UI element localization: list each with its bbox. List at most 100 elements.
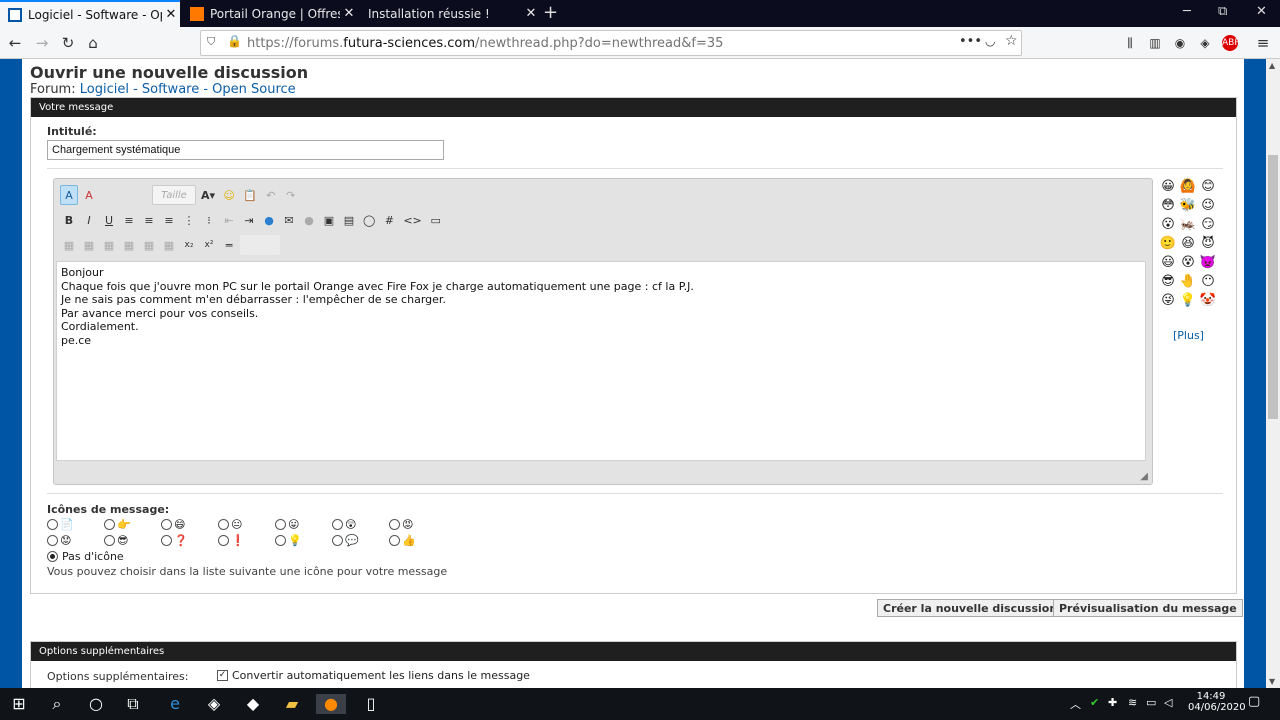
font-select[interactable] [110, 185, 150, 205]
search-icon[interactable]: ⌕ [46, 694, 68, 714]
ordered-list-icon[interactable]: ⋮ [180, 210, 198, 230]
smiley-icon[interactable]: 🐝 [1179, 197, 1197, 215]
back-icon[interactable]: ← [5, 33, 25, 53]
minimize-button[interactable]: ─ [1183, 4, 1191, 19]
wifi-icon[interactable]: ≋ [1128, 696, 1137, 709]
autolink-option[interactable]: ✓ Convertir automatiquement les liens da… [217, 669, 530, 682]
smiley-icon[interactable]: 😀 [1159, 178, 1177, 196]
smiley-icon[interactable]: 😜 [1159, 292, 1177, 310]
smiley-icon[interactable]: 🤡 [1199, 292, 1217, 310]
message-icon-option[interactable]: 💬 [332, 534, 389, 547]
tab-installation[interactable]: Installation réussie ! ✕ [360, 0, 540, 27]
pocket-icon[interactable]: ◡ [985, 34, 995, 48]
page-scrollbar[interactable]: ▲ ▼ [1266, 59, 1280, 688]
bookmark-star-icon[interactable]: ☆ [1005, 33, 1018, 49]
file-explorer-icon[interactable]: ▰ [281, 694, 303, 714]
redo-icon[interactable]: ↷ [282, 185, 300, 205]
edge-icon[interactable]: e [164, 694, 186, 714]
tab-close-icon[interactable]: ✕ [522, 6, 540, 21]
account-icon[interactable]: ◉ [1170, 33, 1190, 53]
volume-icon[interactable]: ◁ [1164, 696, 1172, 709]
table-row-icon[interactable]: ▦ [80, 235, 98, 255]
create-thread-button[interactable]: Créer la nouvelle discussion [877, 599, 1064, 617]
security-icon[interactable]: ✔ [1090, 696, 1099, 709]
tab-close-icon[interactable]: ✕ [162, 7, 180, 22]
forum-link[interactable]: Logiciel - Software - Open Source [80, 82, 296, 97]
table-icon[interactable]: ▦ [60, 235, 78, 255]
underline-icon[interactable]: U [100, 210, 118, 230]
subscript-icon[interactable]: x₂ [180, 235, 198, 255]
quote-icon[interactable]: ◯ [360, 210, 378, 230]
message-icon-option[interactable]: 😲 [332, 518, 389, 531]
windows-start-icon[interactable]: ⊞ [8, 694, 30, 714]
smiley-icon[interactable]: 😮 [1159, 216, 1177, 234]
unlink-icon[interactable]: ● [300, 210, 318, 230]
smiley-icon[interactable]: 😃 [1159, 254, 1177, 272]
smiley-icon[interactable]: 😶 [1199, 273, 1217, 291]
tray-chevron-icon[interactable]: ︿ [1070, 696, 1081, 712]
sidebar-icon[interactable]: ▥ [1145, 33, 1165, 53]
message-icon-option[interactable]: 😐 [218, 518, 275, 531]
preview-button[interactable]: Prévisualisation du message [1053, 599, 1243, 617]
code-icon[interactable]: <> [400, 210, 424, 230]
app-icon[interactable]: ◈ [203, 694, 225, 714]
message-icon-option[interactable]: 😄 [161, 518, 218, 531]
new-tab-button[interactable]: + [543, 2, 558, 23]
no-icon-option[interactable]: Pas d'icône [47, 550, 124, 563]
shield-icon[interactable]: ⛉ [207, 35, 215, 49]
smiley-icon[interactable]: 😳 [1159, 197, 1177, 215]
notification-icon[interactable]: ▢ [1248, 694, 1260, 709]
hash-icon[interactable]: # [380, 210, 398, 230]
app-icon[interactable]: ◆ [242, 694, 264, 714]
menu-icon[interactable]: ≡ [1253, 33, 1273, 53]
align-center-icon[interactable]: ≡ [140, 210, 158, 230]
tab-close-icon[interactable]: ✕ [340, 6, 358, 21]
smiley-icon[interactable]: 😏 [1199, 216, 1217, 234]
message-icon-option[interactable]: 👍 [389, 534, 446, 547]
forward-icon[interactable]: → [32, 33, 52, 53]
italic-icon[interactable]: I [80, 210, 98, 230]
paste-icon[interactable]: 📋 [240, 185, 260, 205]
message-icon-option[interactable]: 💡 [275, 534, 332, 547]
extension-icon[interactable]: ◈ [1195, 33, 1215, 53]
smiley-icon[interactable]: 😎 [1159, 273, 1177, 291]
smiley-icon[interactable]: 💡 [1179, 292, 1197, 310]
undo-icon[interactable]: ↶ [262, 185, 280, 205]
align-right-icon[interactable]: ≡ [160, 210, 178, 230]
scrollbar-thumb[interactable] [1268, 155, 1278, 419]
lock-icon[interactable]: 🔒 [227, 34, 242, 48]
message-icon-option[interactable]: 😎 [104, 534, 161, 547]
smiley-icon[interactable]: 🤚 [1179, 273, 1197, 291]
link-icon[interactable]: ● [260, 210, 278, 230]
table-merge-icon[interactable]: ▦ [120, 235, 138, 255]
horizontal-rule-icon[interactable]: ═ [220, 235, 238, 255]
smiley-icon[interactable]: 😆 [1179, 235, 1197, 253]
page-actions-icon[interactable]: ••• [959, 34, 982, 49]
table-delete-icon[interactable]: ▦ [160, 235, 178, 255]
message-icon-option[interactable]: 📄 [47, 518, 104, 531]
clock[interactable]: 14:49 04/06/2020 [1188, 691, 1246, 713]
html-icon[interactable]: ▭ [427, 210, 445, 230]
window-close-button[interactable]: ✕ [1256, 4, 1267, 19]
image-icon[interactable]: ▣ [320, 210, 338, 230]
message-icon-option[interactable]: 😡 [389, 518, 446, 531]
reload-icon[interactable]: ↻ [58, 33, 78, 53]
maximize-button[interactable]: ⧉ [1218, 4, 1227, 19]
radio-selected[interactable] [47, 551, 58, 562]
message-icon-option[interactable]: 👉 [104, 518, 161, 531]
tab-portail-orange[interactable]: Portail Orange | Offres Mo ✕ [182, 0, 358, 27]
adblock-icon[interactable]: ABP [1222, 35, 1240, 51]
message-textarea[interactable]: Bonjour Chaque fois que j'ouvre mon PC s… [56, 261, 1146, 461]
wysiwyg-toggle-icon[interactable]: A [60, 185, 78, 205]
email-icon[interactable]: ✉ [280, 210, 298, 230]
smiley-icon[interactable]: 😵 [1179, 254, 1197, 272]
unordered-list-icon[interactable]: ⁝ [200, 210, 218, 230]
video-icon[interactable]: ▤ [340, 210, 358, 230]
smiley-icon[interactable]: 🙂 [1159, 235, 1177, 253]
table-split-icon[interactable]: ▦ [140, 235, 158, 255]
smiley-icon[interactable]: ☺ [220, 185, 238, 205]
size-select[interactable]: Taille [152, 185, 196, 205]
firefox-icon[interactable]: ● [316, 694, 346, 714]
remove-format-icon[interactable]: A [80, 185, 98, 205]
smiley-icon[interactable]: 😉 [1199, 197, 1217, 215]
